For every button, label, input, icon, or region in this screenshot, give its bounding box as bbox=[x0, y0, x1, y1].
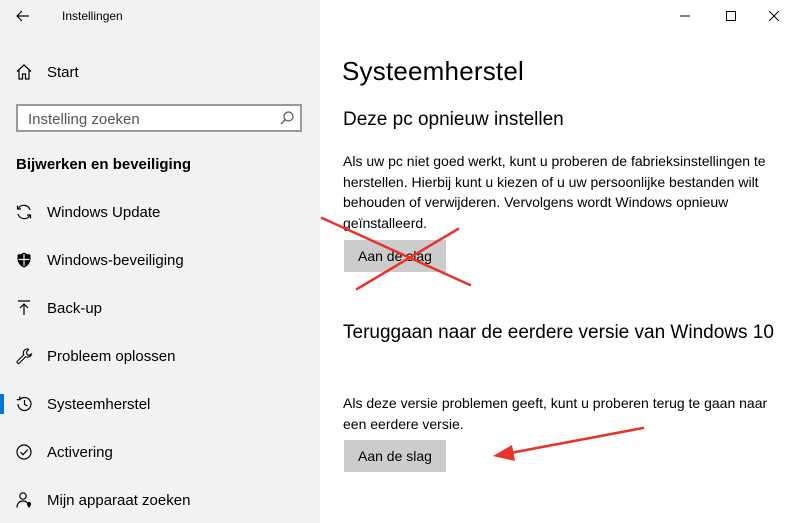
maximize-icon bbox=[726, 11, 736, 21]
rollback-section-title: Teruggaan naar de eerdere versie van Win… bbox=[343, 322, 774, 343]
home-icon bbox=[14, 62, 34, 82]
sidebar-item-label: Back-up bbox=[47, 299, 103, 317]
sidebar-item-windows-security[interactable]: Windows-beveiliging bbox=[0, 240, 320, 280]
close-button[interactable] bbox=[754, 0, 794, 32]
sidebar-item-activation[interactable]: Activering bbox=[0, 432, 320, 472]
shield-icon bbox=[14, 250, 34, 270]
sidebar-item-label: Systeemherstel bbox=[47, 395, 151, 413]
person-location-icon bbox=[14, 490, 34, 510]
rollback-get-started-button[interactable]: Aan de slag bbox=[344, 440, 446, 472]
sidebar-item-label: Windows Update bbox=[47, 203, 161, 221]
sidebar-item-recovery[interactable]: Systeemherstel bbox=[0, 384, 320, 424]
reset-section-description: Als uw pc niet goed werkt, kunt u prober… bbox=[343, 153, 766, 231]
sidebar-item-label: Start bbox=[47, 63, 79, 81]
sidebar-item-home[interactable]: Start bbox=[0, 52, 320, 92]
sidebar-item-label: Activering bbox=[47, 443, 113, 461]
sidebar-section-heading: Bijwerken en beveiliging bbox=[16, 156, 192, 173]
close-icon bbox=[769, 11, 779, 21]
sidebar-item-windows-update[interactable]: Windows Update bbox=[0, 192, 320, 232]
active-indicator bbox=[0, 394, 4, 414]
back-arrow-icon bbox=[16, 10, 29, 22]
reset-section-title: Deze pc opnieuw instellen bbox=[343, 109, 564, 130]
sidebar-item-backup[interactable]: Back-up bbox=[0, 288, 320, 328]
wrench-icon bbox=[14, 346, 34, 366]
app-title: Instellingen bbox=[62, 9, 123, 23]
rollback-section-description: Als deze versie problemen geeft, kunt u … bbox=[343, 395, 768, 432]
reset-get-started-button[interactable]: Aan de slag bbox=[344, 240, 446, 272]
sidebar-item-label: Windows-beveiliging bbox=[47, 251, 184, 269]
back-button[interactable] bbox=[8, 3, 38, 29]
check-circle-icon bbox=[14, 442, 34, 462]
minimize-button[interactable] bbox=[662, 0, 708, 32]
page-title: Systeemherstel bbox=[342, 56, 524, 86]
history-icon bbox=[14, 394, 34, 414]
sidebar: Instellingen Start Bijwerken en beveilig… bbox=[0, 0, 320, 523]
search-icon[interactable] bbox=[279, 110, 295, 131]
backup-arrow-icon bbox=[14, 298, 34, 318]
sync-icon bbox=[14, 202, 34, 222]
search-input[interactable] bbox=[26, 109, 270, 129]
maximize-button[interactable] bbox=[708, 0, 754, 32]
sidebar-item-label: Probleem oplossen bbox=[47, 347, 176, 365]
sidebar-item-troubleshoot[interactable]: Probleem oplossen bbox=[0, 336, 320, 376]
sidebar-item-label: Mijn apparaat zoeken bbox=[47, 491, 191, 509]
minimize-icon bbox=[680, 15, 690, 17]
search-field[interactable] bbox=[16, 104, 302, 132]
sidebar-item-find-my-device[interactable]: Mijn apparaat zoeken bbox=[0, 480, 320, 520]
title-bar: Instellingen bbox=[0, 0, 320, 32]
